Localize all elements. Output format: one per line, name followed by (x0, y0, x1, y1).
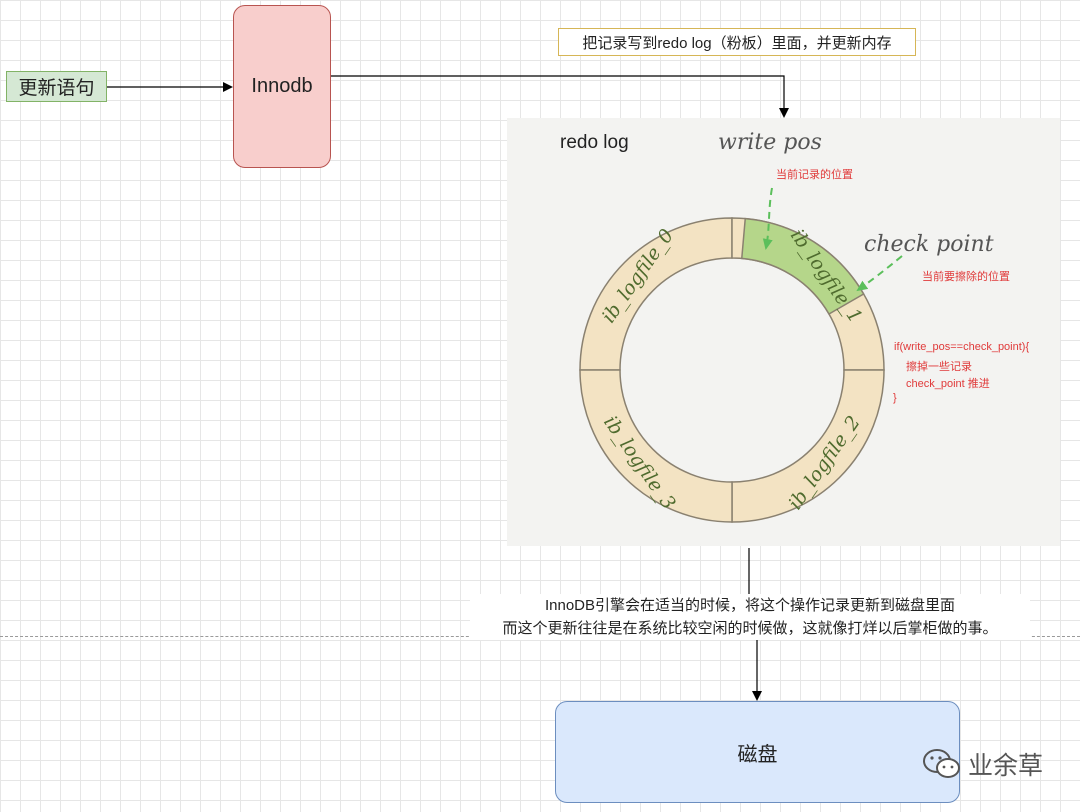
flush-caption: InnoDB引擎会在适当的时候，将这个操作记录更新到磁盘里面 而这个更新往往是在… (470, 594, 1030, 640)
lower-connectors (748, 548, 762, 701)
watermark-text: 业余草 (968, 752, 1044, 780)
wechat-icon (923, 749, 960, 778)
caption-line-2: 而这个更新往往是在系统比较空闲的时候做，这就像打烊以后掌柜做的事。 (502, 620, 998, 637)
disk-node[interactable]: 磁盘 (555, 701, 960, 803)
watermark: 业余草 (922, 746, 1043, 782)
caption-line-1: InnoDB引擎会在适当的时候，将这个操作记录更新到磁盘里面 (544, 597, 956, 614)
